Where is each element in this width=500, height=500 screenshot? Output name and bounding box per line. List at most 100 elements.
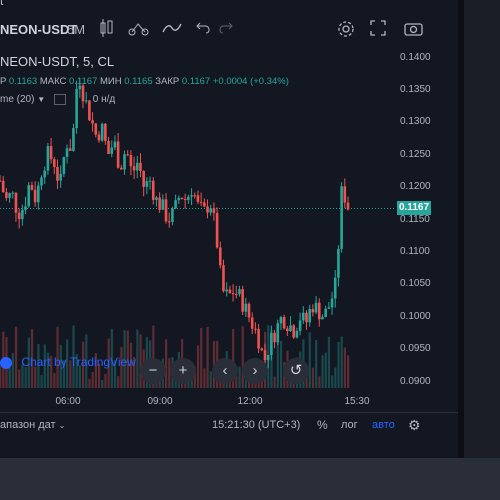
candle-body [225,289,228,292]
chevron-down-icon: ▼ [37,95,46,105]
candle-body [52,159,56,167]
candle-body [244,303,248,312]
candle-body [164,199,168,222]
interval-button[interactable]: 5M [67,22,85,37]
candle-body [317,302,321,320]
candle-body [46,146,50,171]
volume-bar [40,375,43,388]
candle-body [305,312,308,323]
volume-bar [311,367,315,388]
candle-body [132,166,136,171]
volume-legend[interactable]: me (20) ▼ 0 н/д [0,94,115,105]
volume-bar [8,367,11,388]
camera-icon[interactable] [404,21,423,39]
chevron-down-icon: ⌄ [58,421,66,430]
indicators-icon[interactable] [128,21,150,40]
candle-body [228,289,232,294]
candle-body [0,180,2,182]
settings-icon[interactable] [337,20,355,41]
price-tick: 0.0950 [400,343,431,355]
bottom-bar: апазон дат ⌄ 15:21:30 (UTC+3) % лог авто… [0,412,458,443]
candle-body [337,248,340,278]
candle-body [21,209,24,220]
volume-bar [53,372,56,388]
open-label: P [0,76,7,87]
scroll-left-button[interactable]: ‹ [212,358,238,384]
volume-bar [34,367,37,388]
scroll-right-button[interactable]: › [242,358,268,384]
volume-bar [88,378,91,388]
time-axis[interactable]: 06:00 09:00 12:00 15:30 [0,388,396,412]
candle-body [171,208,174,222]
candle-body [340,186,343,249]
volume-bar [324,352,327,388]
candle-body [91,120,94,124]
tradingview-watermark[interactable]: Chart by TradingView [0,355,136,369]
time-tick: 06:00 [55,396,81,407]
volume-bar [315,339,318,388]
legend-title: NEON-USDT, 5, CL [0,54,115,69]
candle-body [346,202,350,210]
undo-icon[interactable] [196,21,210,38]
candle-body [212,208,216,213]
reset-chart-button[interactable]: ↺ [283,358,309,384]
current-price-label: 0.1167 [397,201,431,216]
candle-body [104,123,107,141]
legend-ohlc: P 0.1163 МАКС 0.1167 МИН 0.1165 ЗАКР 0.1… [0,76,289,87]
candle-body [40,177,43,186]
zoom-out-button[interactable]: − [140,358,166,384]
time-tick: 15:30 [344,396,370,407]
volume-bar [241,326,244,388]
candle-body [142,171,145,187]
candle-body [289,325,292,332]
candle-body [145,181,149,187]
log-toggle[interactable]: лог [341,419,358,431]
candle-body [321,317,324,320]
auto-toggle[interactable]: авто [372,419,395,431]
volume-bar [337,342,340,388]
time-tick: 09:00 [147,396,173,407]
redo-icon[interactable] [219,21,233,38]
candle-body [167,221,171,223]
candle-body [49,146,53,160]
candle-body [11,192,15,194]
volume-bar [347,355,350,388]
date-range-button[interactable]: апазон дат ⌄ [0,419,65,431]
candle-body [263,350,267,361]
volume-bar [200,327,203,388]
volume-bar [327,336,331,388]
eye-icon[interactable] [53,94,66,105]
candle-body [314,302,318,313]
candle-body [324,308,327,318]
candle-body [273,332,276,343]
symbol-label[interactable]: NEON-USDT [0,22,77,37]
percent-toggle[interactable]: % [317,418,328,432]
candle-body [222,265,225,292]
clock[interactable]: 15:21:30 (UTC+3) [212,419,300,431]
zoom-in-button[interactable]: + [170,358,196,384]
volume-bar [273,376,276,388]
volume-bar [318,376,321,388]
price-tick: 0.1100 [400,245,430,257]
volume-bar [196,345,200,388]
candle-body [123,154,126,170]
chart-type-icon[interactable] [162,22,182,37]
candle-body [327,307,331,309]
fullscreen-icon[interactable] [370,20,386,39]
close-value: 0.1167 [181,76,211,87]
price-tick: 0.1350 [400,83,431,95]
volume-bar [203,368,206,388]
volume-value: 0 [92,94,99,106]
open-value: 0.1163 [8,76,38,87]
candle-body [135,162,139,171]
axis-settings-icon[interactable]: ⚙ [408,417,421,434]
price-tick: 0.1000 [400,310,431,322]
price-tick: 0.1400 [400,51,431,63]
candle-body [129,155,133,167]
candle-body [187,196,190,201]
candle-body [206,206,209,213]
candle-body [94,123,98,135]
candle-body [295,330,299,338]
candles-icon[interactable] [100,19,114,40]
price-axis[interactable]: 0.1400 0.1350 0.1300 0.1250 0.1200 0.1150 0.11… [396,44,458,396]
